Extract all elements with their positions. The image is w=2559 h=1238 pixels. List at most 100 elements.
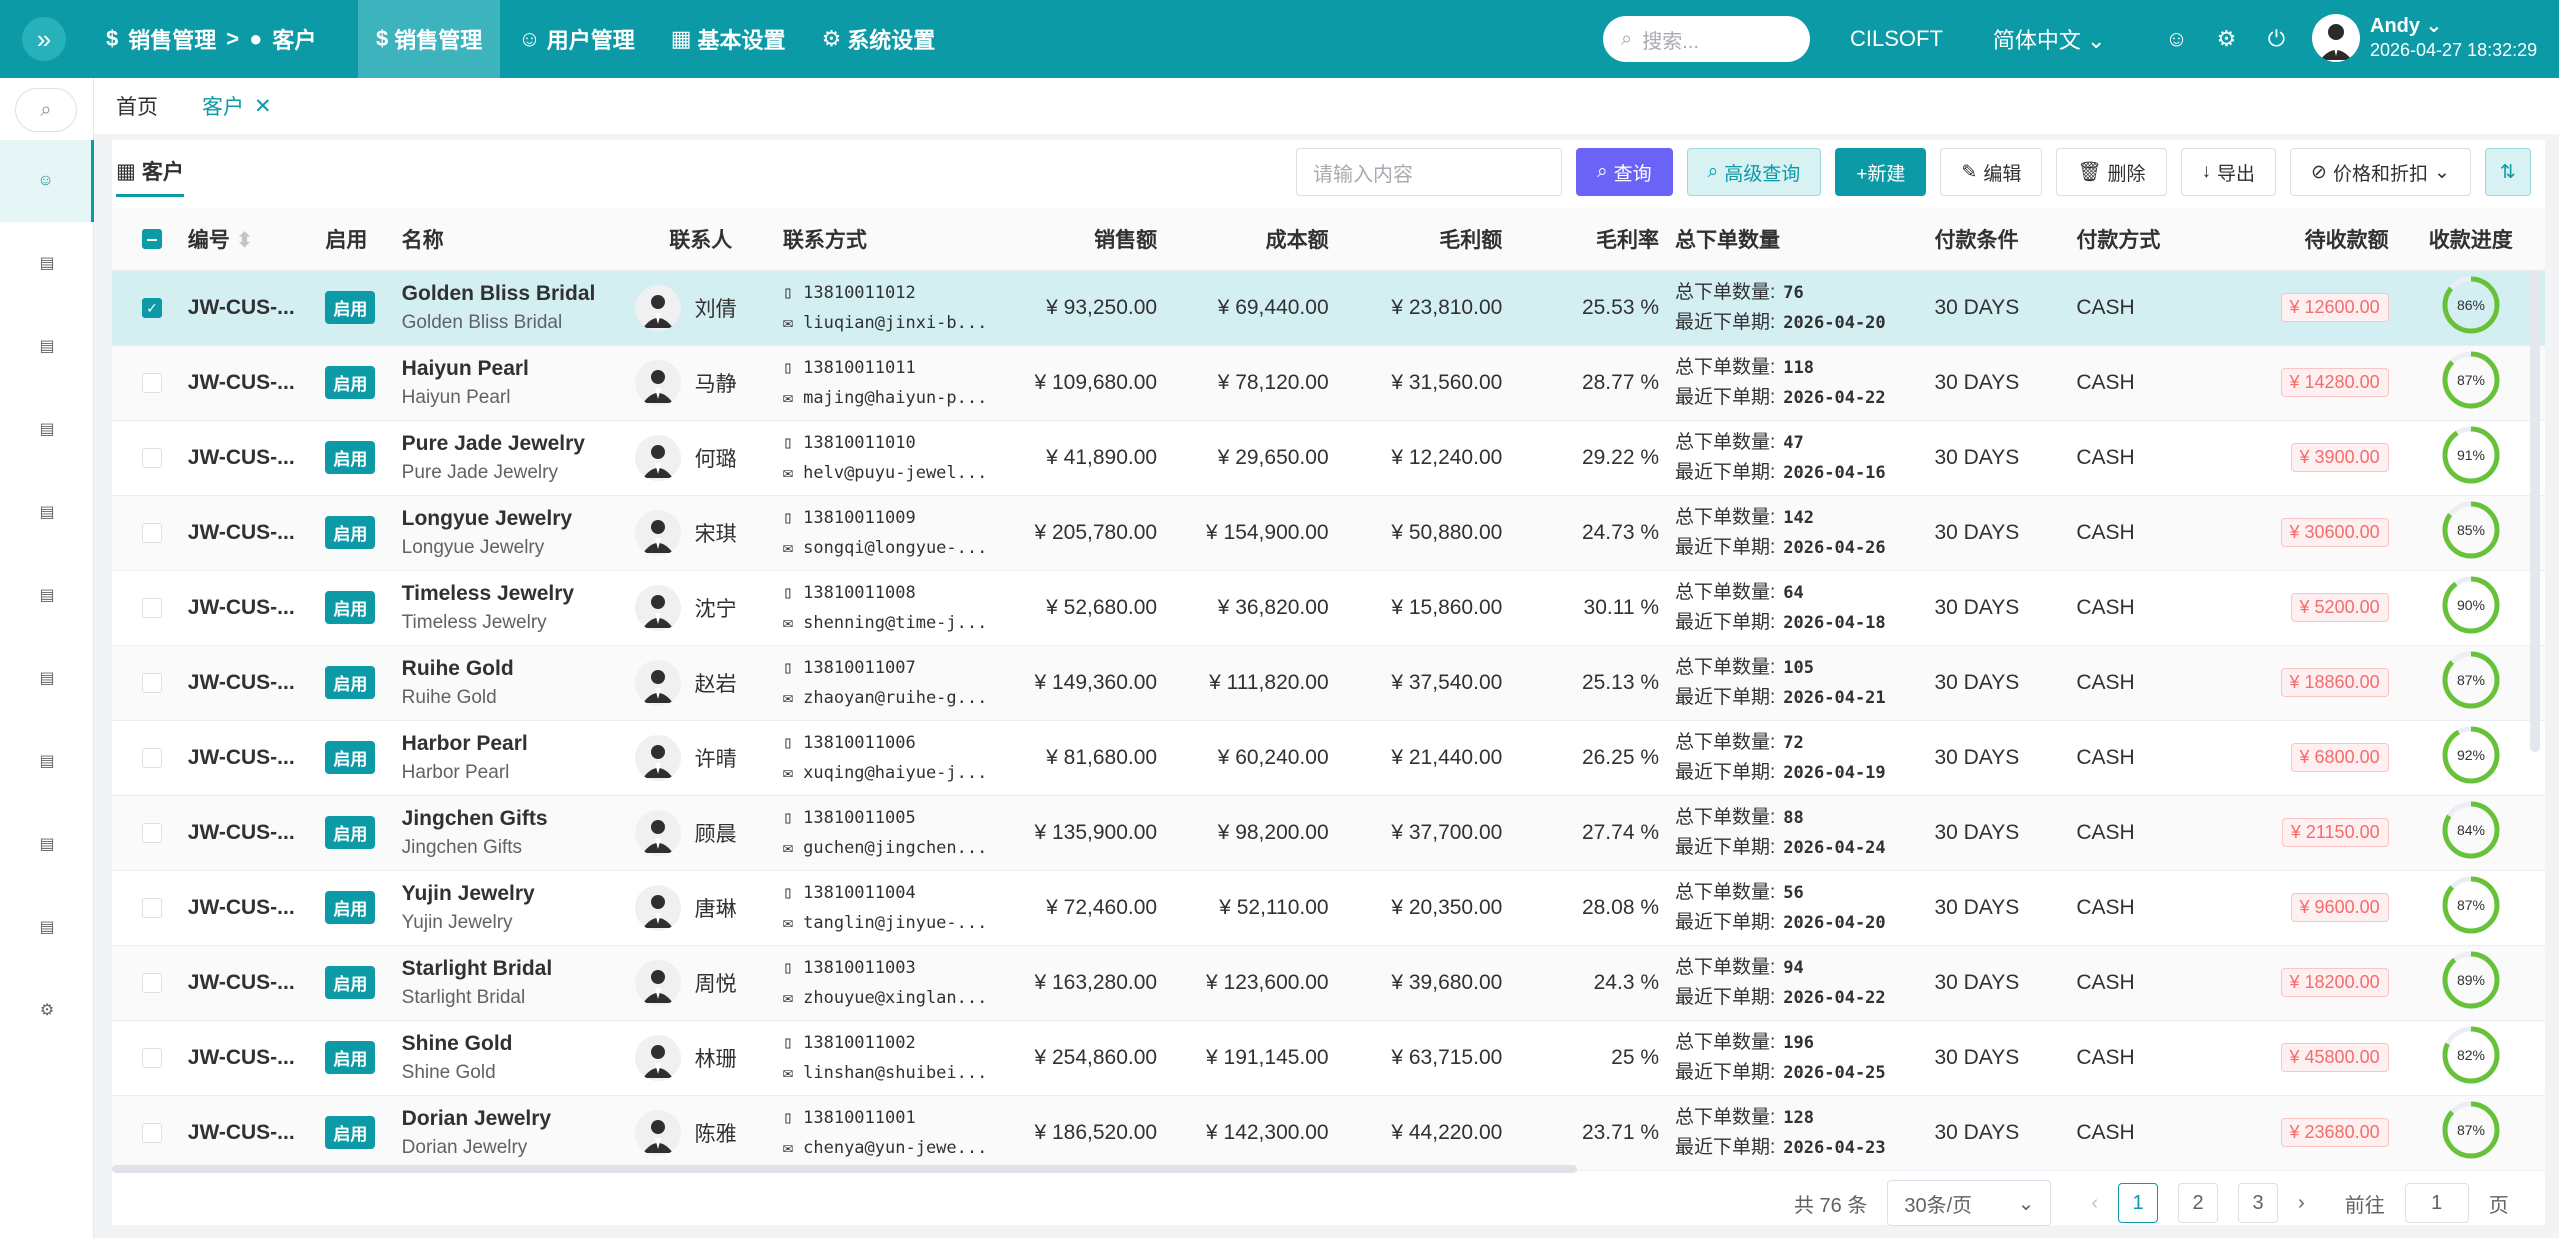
close-icon[interactable]: ✕ xyxy=(254,94,272,119)
page-number[interactable]: 2 xyxy=(2178,1183,2219,1223)
menu-system-settings[interactable]: ⚙ 系统设置 xyxy=(804,0,954,78)
page-size-select[interactable]: 30条/页 ⌄ xyxy=(1887,1180,2052,1226)
column-header: 启用 xyxy=(317,208,394,271)
row-checkbox[interactable] xyxy=(142,1047,162,1068)
prev-page-icon[interactable]: ‹ xyxy=(2091,1192,2098,1215)
sidebar-item-document[interactable]: ▤ xyxy=(0,554,94,636)
order-count: 105 xyxy=(1783,657,1815,678)
row-checkbox[interactable] xyxy=(142,597,162,618)
user-icon[interactable]: ☺ xyxy=(2151,26,2201,52)
sort-toggle-button[interactable]: ⇅ xyxy=(2484,148,2531,196)
sidebar-search-button[interactable]: ⌕ xyxy=(15,88,77,132)
column-header[interactable]: 编号 ⬍ xyxy=(179,208,318,271)
vertical-scrollbar[interactable] xyxy=(2530,270,2540,752)
table-row[interactable]: JW-CUS-... 启用 Shine Gold Shine Gold 林珊 ▯ 13810… xyxy=(112,1020,2545,1096)
sidebar-item-customers[interactable]: ☺ xyxy=(0,140,94,222)
sidebar-item-document[interactable]: ▤ xyxy=(0,305,94,387)
gear-icon[interactable]: ⚙ xyxy=(2201,26,2251,52)
customer-name[interactable]: Pure Jade Jewelry xyxy=(402,429,619,459)
horizontal-scrollbar[interactable] xyxy=(112,1165,1577,1173)
table-row[interactable]: ✓ JW-CUS-... 启用 Golden Bliss Bridal Golden B… xyxy=(112,270,2545,346)
power-icon[interactable]: ⏻ xyxy=(2251,26,2301,52)
delete-button[interactable]: 🗑︎ 删除 xyxy=(2056,148,2167,196)
table-row[interactable]: JW-CUS-... 启用 Starlight Bridal Starlight Br… xyxy=(112,945,2545,1021)
customer-name[interactable]: Yujin Jewelry xyxy=(402,879,619,909)
price-discount-dropdown[interactable]: ⊘ 价格和折扣 ⌄ xyxy=(2290,148,2471,196)
customer-name[interactable]: Starlight Bridal xyxy=(402,954,619,984)
table-row[interactable]: JW-CUS-... 启用 Dorian Jewelry Dorian Jewelry… xyxy=(112,1095,2545,1171)
status-badge: 启用 xyxy=(325,966,376,999)
row-checkbox[interactable] xyxy=(142,972,162,993)
customer-name[interactable]: Ruihe Gold xyxy=(402,654,619,684)
table-row[interactable]: JW-CUS-... 启用 Jingchen Gifts Jingchen Gifts… xyxy=(112,795,2545,871)
contact-email: songqi@longyue-... xyxy=(803,537,988,558)
edit-button[interactable]: ✎ 编辑 xyxy=(1940,148,2043,196)
sidebar-item-document[interactable]: ▤ xyxy=(0,803,94,885)
row-checkbox[interactable] xyxy=(142,747,162,768)
row-checkbox[interactable] xyxy=(142,447,162,468)
table-row[interactable]: JW-CUS-... 启用 Timeless Jewelry Timeless Jew… xyxy=(112,570,2545,646)
export-button[interactable]: ↓ 导出 xyxy=(2180,148,2277,196)
cost-amount: ¥ 69,440.00 xyxy=(1165,270,1337,346)
tab-home[interactable]: 首页 xyxy=(94,91,180,121)
row-checkbox[interactable] xyxy=(142,672,162,693)
advanced-query-button[interactable]: ⌕ 高级查询 xyxy=(1686,148,1822,196)
sidebar-item-document[interactable]: ▤ xyxy=(0,388,94,470)
table-row[interactable]: JW-CUS-... 启用 Ruihe Gold Ruihe Gold 赵岩 ▯ 13810… xyxy=(112,645,2545,721)
sidebar-item-document[interactable]: ▤ xyxy=(0,471,94,553)
payment-method: CASH xyxy=(2068,570,2238,646)
customer-name[interactable]: Jingchen Gifts xyxy=(402,804,619,834)
row-checkbox[interactable] xyxy=(142,1122,162,1143)
breadcrumb-item[interactable]: 客户 xyxy=(272,23,316,55)
goto-page-input[interactable]: 1 xyxy=(2404,1183,2469,1223)
dollar-circle-icon: $ xyxy=(376,26,389,51)
new-button[interactable]: +新建 xyxy=(1835,148,1927,196)
avatar xyxy=(634,1109,681,1156)
page-number[interactable]: 1 xyxy=(2118,1183,2159,1223)
menu-basic-settings[interactable]: ▦ 基本设置 xyxy=(653,0,804,78)
customer-name-en: Golden Bliss Bridal xyxy=(401,311,563,333)
table-row[interactable]: JW-CUS-... 启用 Longyue Jewelry Longyue Jewel… xyxy=(112,495,2545,571)
menu-sales[interactable]: $ 销售管理 xyxy=(358,0,501,78)
select-all-checkbox[interactable] xyxy=(142,229,162,250)
global-search-input[interactable]: ⌕ 搜索... xyxy=(1603,16,1810,62)
sidebar-item-document[interactable]: ▤ xyxy=(0,886,94,968)
user-menu[interactable]: Andy ⌄ 2026-04-27 18:32:29 xyxy=(2312,14,2537,62)
customer-name[interactable]: Shine Gold xyxy=(402,1029,619,1059)
language-select[interactable]: 简体中文 ⌄ xyxy=(1993,23,2106,55)
table-row[interactable]: JW-CUS-... 启用 Yujin Jewelry Yujin Jewelry 唐琳… xyxy=(112,870,2545,946)
order-count-label: 总下单数量: xyxy=(1675,1106,1776,1128)
customer-name[interactable]: Longyue Jewelry xyxy=(402,504,619,534)
query-button[interactable]: ⌕ 查询 xyxy=(1576,148,1673,196)
chevron-down-icon: ⌄ xyxy=(2433,161,2450,183)
row-checkbox[interactable] xyxy=(142,897,162,918)
row-checkbox[interactable]: ✓ xyxy=(142,297,162,318)
page-number[interactable]: 3 xyxy=(2238,1183,2279,1223)
next-page-icon[interactable]: › xyxy=(2298,1192,2305,1215)
sidebar-item-document[interactable]: ▤ xyxy=(0,720,94,802)
profit-amount: ¥ 20,350.00 xyxy=(1336,870,1511,946)
contact-name: 周悦 xyxy=(694,972,737,996)
menu-users[interactable]: ☺ 用户管理 xyxy=(500,0,652,78)
table-row[interactable]: JW-CUS-... 启用 Harbor Pearl Harbor Pearl 许晴 ▯ 1… xyxy=(112,720,2545,796)
sidebar-item-settings[interactable]: ⚙ xyxy=(0,969,94,1051)
table-row[interactable]: JW-CUS-... 启用 Pure Jade Jewelry Pure Jade J… xyxy=(112,420,2545,496)
customer-name[interactable]: Golden Bliss Bridal xyxy=(402,279,619,309)
sidebar-item-document[interactable]: ▤ xyxy=(0,637,94,719)
row-checkbox[interactable] xyxy=(142,822,162,843)
customer-name[interactable]: Harbor Pearl xyxy=(402,729,619,759)
order-count: 47 xyxy=(1783,432,1804,453)
expand-sidebar-button[interactable]: » xyxy=(22,17,66,61)
sidebar-item-document[interactable]: ▤ xyxy=(0,222,94,304)
keyword-input[interactable]: 请输入内容 xyxy=(1296,148,1562,196)
row-checkbox[interactable] xyxy=(142,372,162,393)
row-checkbox[interactable] xyxy=(142,522,162,543)
tab-customers[interactable]: 客户 ✕ xyxy=(180,91,294,121)
customer-name[interactable]: Dorian Jewelry xyxy=(402,1104,619,1134)
customer-name[interactable]: Timeless Jewelry xyxy=(402,579,619,609)
svg-text:87%: 87% xyxy=(2457,372,2485,388)
breadcrumb-item[interactable]: 销售管理 xyxy=(128,23,216,55)
table-row[interactable]: JW-CUS-... 启用 Haiyun Pearl Haiyun Pearl 马静 ▯ 1… xyxy=(112,345,2545,421)
customer-name[interactable]: Haiyun Pearl xyxy=(402,354,619,384)
sort-icon[interactable]: ⬍ xyxy=(236,229,254,252)
